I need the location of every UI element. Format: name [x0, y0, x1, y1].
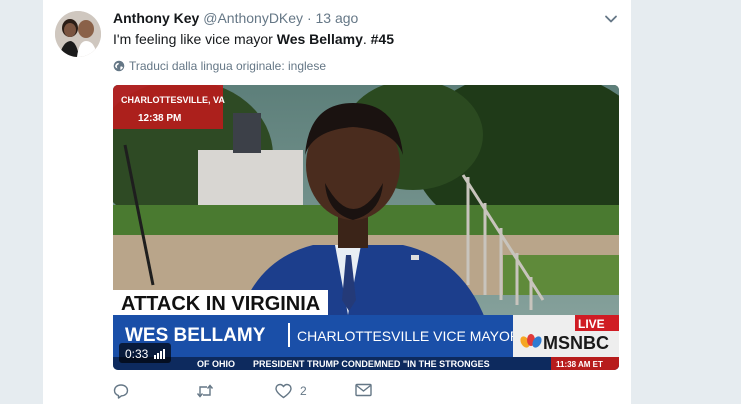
location-bug: CHARLOTTESVILLE, VA: [121, 95, 225, 105]
tweet-text: I'm feeling like vice mayor Wes Bellamy.…: [113, 31, 394, 47]
globe-icon: [113, 60, 125, 72]
author-handle[interactable]: @AnthonyDKey: [203, 10, 303, 26]
envelope-icon: [355, 383, 372, 397]
tweet-text-after-name: .: [362, 31, 371, 47]
hashtag-link[interactable]: #45: [371, 31, 394, 47]
ticker-right: 11:38 AM ET: [556, 360, 603, 369]
tweet-header: Anthony Key @AnthonyDKey · 13 ago: [113, 10, 358, 26]
ticker-text: PRESIDENT TRUMP CONDEMNED "IN THE STRONG…: [253, 359, 490, 369]
avatar[interactable]: [55, 11, 101, 57]
direct-message-button[interactable]: [355, 383, 372, 397]
tweet-text-plain: I'm feeling like vice mayor: [113, 31, 277, 47]
network-logo: MSNBC: [543, 333, 609, 353]
chevron-down-icon[interactable]: [604, 12, 618, 26]
tweet-timestamp[interactable]: 13 ago: [316, 10, 359, 26]
translate-link[interactable]: Traduci dalla lingua originale: inglese: [113, 59, 326, 73]
translate-label: Traduci dalla lingua originale: inglese: [129, 59, 327, 73]
tweet-text-bold-name: Wes Bellamy: [276, 31, 363, 47]
separator-dot: ·: [306, 10, 312, 26]
video-duration: 0:33: [125, 347, 149, 361]
video-frame: CHARLOTTESVILLE, VA 12:38 PM ATTACK IN V…: [113, 85, 619, 370]
author-name[interactable]: Anthony Key: [113, 10, 199, 26]
tweet-actions: 2: [113, 383, 443, 401]
retweet-button[interactable]: [196, 383, 214, 399]
retweet-icon: [196, 384, 214, 398]
video-player[interactable]: CHARLOTTESVILLE, VA 12:38 PM ATTACK IN V…: [113, 85, 619, 370]
heart-icon: [275, 383, 292, 399]
reply-button[interactable]: [113, 383, 129, 399]
ticker-left: OF OHIO: [197, 359, 235, 369]
lower-third-title: CHARLOTTESVILLE VICE MAYOR: [297, 328, 520, 344]
live-badge: LIVE: [578, 317, 605, 331]
tweet-card[interactable]: Anthony Key @AnthonyDKey · 13 ago I'm fe…: [43, 0, 631, 404]
reply-icon: [113, 384, 129, 399]
like-count: 2: [300, 384, 307, 398]
time-bug: 12:38 PM: [138, 113, 181, 124]
like-button[interactable]: 2: [275, 383, 307, 399]
lower-third-name: WES BELLAMY: [125, 325, 266, 346]
headline-bar: ATTACK IN VIRGINIA: [121, 293, 320, 315]
